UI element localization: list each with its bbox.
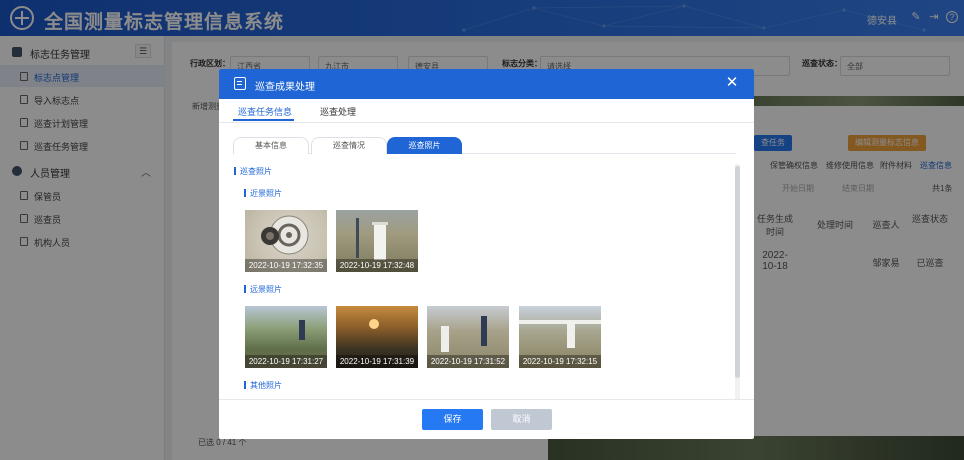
photo-timestamp: 2022-10-19 17:32:35 <box>245 259 327 272</box>
dialog-header: 巡查成果处理 ✕ <box>219 69 754 99</box>
section-marker <box>244 285 246 293</box>
photo-thumbnail[interactable]: 2022-10-19 17:31:27 <box>245 306 327 368</box>
scrollbar-thumb[interactable] <box>735 166 740 378</box>
photo-timestamp: 2022-10-19 17:31:39 <box>336 355 418 368</box>
inspection-result-dialog: 巡查成果处理 ✕ 巡查任务信息 巡查处理 基本信息 巡查情况 巡查照片 巡查照片… <box>219 69 754 439</box>
photo-timestamp: 2022-10-19 17:31:52 <box>427 355 509 368</box>
photo-thumbnail[interactable]: 2022-10-19 17:31:39 <box>336 306 418 368</box>
photo-thumbnail[interactable]: 2022-10-19 17:32:15 <box>519 306 601 368</box>
near-photos-label: 近景照片 <box>250 189 282 198</box>
form-icon <box>234 77 246 90</box>
save-button[interactable]: 保存 <box>422 409 483 430</box>
tab-task-info[interactable]: 巡查任务信息 <box>238 105 292 118</box>
photo-thumbnail[interactable]: 2022-10-19 17:32:48 <box>336 210 418 272</box>
subtab-inspection-photos[interactable]: 巡查照片 <box>387 137 462 154</box>
active-tab-underline <box>233 119 294 121</box>
far-photos-label: 远景照片 <box>250 285 282 294</box>
sub-tabs: 基本信息 巡查情况 巡查照片 <box>233 137 736 154</box>
section-marker <box>244 381 246 389</box>
dialog-title: 巡查成果处理 <box>255 82 315 93</box>
photo-timestamp: 2022-10-19 17:31:27 <box>245 355 327 368</box>
photo-thumbnail[interactable]: 2022-10-19 17:32:35 <box>245 210 327 272</box>
tab-handling[interactable]: 巡查处理 <box>320 105 356 118</box>
photo-timestamp: 2022-10-19 17:32:15 <box>519 355 601 368</box>
close-icon[interactable]: ✕ <box>725 75 739 90</box>
photo-timestamp: 2022-10-19 17:32:48 <box>336 259 418 272</box>
section-marker <box>234 167 236 175</box>
cancel-button[interactable]: 取消 <box>491 409 552 430</box>
subtab-basic-info[interactable]: 基本信息 <box>233 137 309 154</box>
dialog-tabs: 巡查任务信息 巡查处理 <box>219 99 754 123</box>
other-photos-label: 其他照片 <box>250 381 282 390</box>
section-title: 巡查照片 <box>240 167 272 176</box>
photo-thumbnail[interactable]: 2022-10-19 17:31:52 <box>427 306 509 368</box>
dialog-footer <box>219 399 754 439</box>
section-marker <box>244 189 246 197</box>
subtab-inspection-status[interactable]: 巡查情况 <box>311 137 387 154</box>
